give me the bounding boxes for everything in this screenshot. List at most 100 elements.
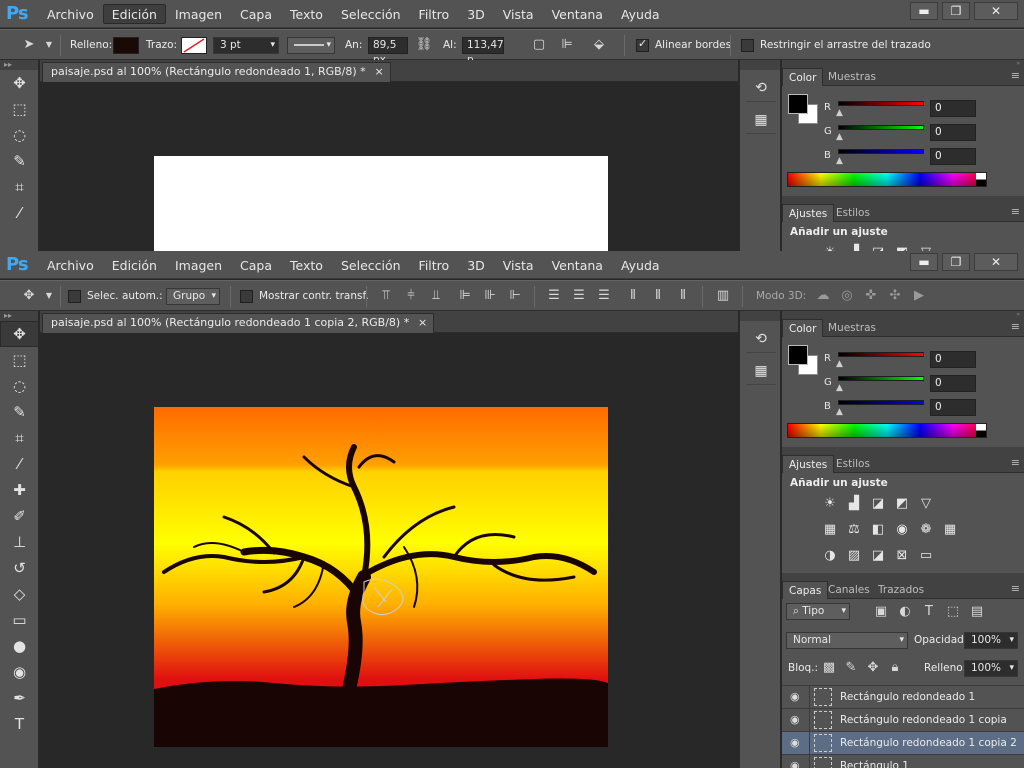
panel-menu-icon[interactable]: ≡ <box>1011 205 1020 218</box>
pen-icon[interactable]: ✒ <box>0 685 39 711</box>
roll-3d-icon[interactable]: ◎ <box>838 287 856 305</box>
clone-stamp-icon[interactable]: ⊥ <box>0 529 39 555</box>
restore-button[interactable]: ❐ <box>942 253 970 271</box>
show-transform-checkbox[interactable] <box>240 290 253 303</box>
chevron-down-icon[interactable]: ▼ <box>40 36 58 54</box>
black-white-swatch[interactable] <box>976 173 986 186</box>
auto-select-dropdown[interactable]: Grupo <box>166 288 220 305</box>
filter-type-icon[interactable]: T <box>920 603 938 621</box>
distribute-hcenter-icon[interactable]: ⦀ <box>649 287 667 305</box>
crop-icon[interactable]: ⌗ <box>0 174 39 200</box>
menu-texto[interactable]: Texto <box>281 255 332 275</box>
vibrance-icon[interactable]: ▽ <box>914 244 938 251</box>
align-right-icon[interactable]: ⊩ <box>506 287 524 305</box>
opacity-field[interactable]: 100% <box>964 632 1018 649</box>
height-field[interactable]: 113,47 p <box>462 37 504 66</box>
path-ops-icon[interactable]: ▢ <box>530 36 548 54</box>
pan-3d-icon[interactable]: ✜ <box>862 287 880 305</box>
exposure-icon[interactable]: ◩ <box>890 244 914 251</box>
align-top-icon[interactable]: ⫪ <box>377 287 395 305</box>
levels-icon[interactable]: ▟ <box>842 244 866 251</box>
fg-bg-swatches[interactable] <box>788 345 820 377</box>
crop-icon[interactable]: ⌗ <box>0 425 39 451</box>
layer-fill-field[interactable]: 100% <box>964 660 1018 677</box>
tab-estilos[interactable]: Estilos <box>830 455 876 473</box>
minimize-button[interactable]: ▬ <box>910 2 938 20</box>
tab-canales[interactable]: Canales <box>822 581 876 599</box>
gradient-icon[interactable]: ▭ <box>0 607 39 633</box>
visibility-toggle[interactable]: ◉ <box>782 709 810 732</box>
tab-muestras[interactable]: Muestras <box>822 319 882 337</box>
lasso-icon[interactable]: ◌ <box>0 122 39 148</box>
exposure-icon[interactable]: ◩ <box>890 495 914 513</box>
foreground-color[interactable] <box>788 345 808 365</box>
filter-smart-icon[interactable]: ▤ <box>968 603 986 621</box>
filter-pixel-icon[interactable]: ▣ <box>872 603 890 621</box>
panel-menu-icon[interactable]: ≡ <box>1011 456 1020 469</box>
healing-brush-icon[interactable]: ✚ <box>0 477 39 503</box>
visibility-toggle[interactable]: ◉ <box>782 755 810 768</box>
toolbox-grip[interactable]: ▸▸ <box>0 311 38 321</box>
lock-all-icon[interactable]: 🔒︎ <box>886 659 904 677</box>
menu-filtro[interactable]: Filtro <box>410 255 459 275</box>
curves-icon[interactable]: ◪ <box>866 495 890 513</box>
blue-value[interactable]: 0 <box>930 148 976 165</box>
menu-edicion[interactable]: Edición <box>102 4 166 24</box>
width-field[interactable]: 89,5 px <box>368 37 408 66</box>
tab-color[interactable]: Color <box>782 68 824 86</box>
close-tab-icon[interactable]: × <box>418 314 427 332</box>
align-vcenter-icon[interactable]: ⫩ <box>402 287 420 305</box>
gradient-map-icon[interactable]: ▭ <box>914 547 938 565</box>
distribute-top-icon[interactable]: ☰ <box>545 287 563 305</box>
panel-menu-icon[interactable]: ≡ <box>1011 69 1020 82</box>
orbit-3d-icon[interactable]: ☁ <box>814 287 832 305</box>
slider-handle-icon[interactable]: ▲ <box>836 156 843 166</box>
menu-ventana[interactable]: Ventana <box>543 255 612 275</box>
slider-handle-icon[interactable]: ▲ <box>836 359 843 369</box>
layer-row[interactable]: ◉ Rectángulo redondeado 1 copia <box>782 709 1024 732</box>
foreground-color[interactable] <box>788 94 808 114</box>
red-slider[interactable] <box>838 352 924 357</box>
tab-ajustes[interactable]: Ajustes <box>782 204 835 222</box>
invert-icon[interactable]: ◑ <box>818 547 842 565</box>
color-balance-icon[interactable]: ⚖ <box>842 521 866 539</box>
red-value[interactable]: 0 <box>930 100 976 117</box>
menu-capa[interactable]: Capa <box>231 255 281 275</box>
green-slider[interactable] <box>838 376 924 381</box>
curves-icon[interactable]: ◪ <box>866 244 890 251</box>
distribute-vcenter-icon[interactable]: ☰ <box>570 287 588 305</box>
auto-select-checkbox[interactable] <box>68 290 81 303</box>
move-tool-icon[interactable]: ✥ <box>20 287 38 305</box>
rect-marquee-icon[interactable]: ⬚ <box>0 347 39 373</box>
distribute-left-icon[interactable]: ⦀ <box>624 287 642 305</box>
blend-mode-dropdown[interactable]: Normal <box>786 632 908 649</box>
brush-icon[interactable]: ✐ <box>0 503 39 529</box>
filter-adjustment-icon[interactable]: ◐ <box>896 603 914 621</box>
filter-kind-dropdown[interactable]: ⌕ Tipo <box>786 603 850 620</box>
restore-button[interactable]: ❐ <box>942 2 970 20</box>
tab-muestras[interactable]: Muestras <box>822 68 882 86</box>
tab-color[interactable]: Color <box>782 319 824 337</box>
minimize-button[interactable]: ▬ <box>910 253 938 271</box>
photo-filter-icon[interactable]: ◉ <box>890 521 914 539</box>
slider-handle-icon[interactable]: ▲ <box>836 132 843 142</box>
red-slider[interactable] <box>838 101 924 106</box>
slider-handle-icon[interactable]: ▲ <box>836 383 843 393</box>
menu-ayuda[interactable]: Ayuda <box>612 255 669 275</box>
dock-grip[interactable] <box>740 60 780 70</box>
menu-seleccion[interactable]: Selección <box>332 4 410 24</box>
move-tool-icon[interactable]: ✥ <box>0 70 39 96</box>
blue-value[interactable]: 0 <box>930 399 976 416</box>
eyedropper-icon[interactable]: ⁄ <box>0 200 39 226</box>
align-edges-checkbox[interactable] <box>636 37 649 52</box>
align-bottom-icon[interactable]: ⫫ <box>427 287 445 305</box>
green-value[interactable]: 0 <box>930 375 976 392</box>
close-button[interactable]: ✕ <box>974 2 1018 20</box>
menu-filtro[interactable]: Filtro <box>410 4 459 24</box>
menu-imagen[interactable]: Imagen <box>166 255 231 275</box>
menu-ventana[interactable]: Ventana <box>543 4 612 24</box>
layer-row[interactable]: ◉ Rectángulo 1 <box>782 755 1024 768</box>
menu-archivo[interactable]: Archivo <box>38 4 103 24</box>
lock-transparency-icon[interactable]: ▩ <box>820 659 838 677</box>
quick-select-icon[interactable]: ✎ <box>0 399 39 425</box>
